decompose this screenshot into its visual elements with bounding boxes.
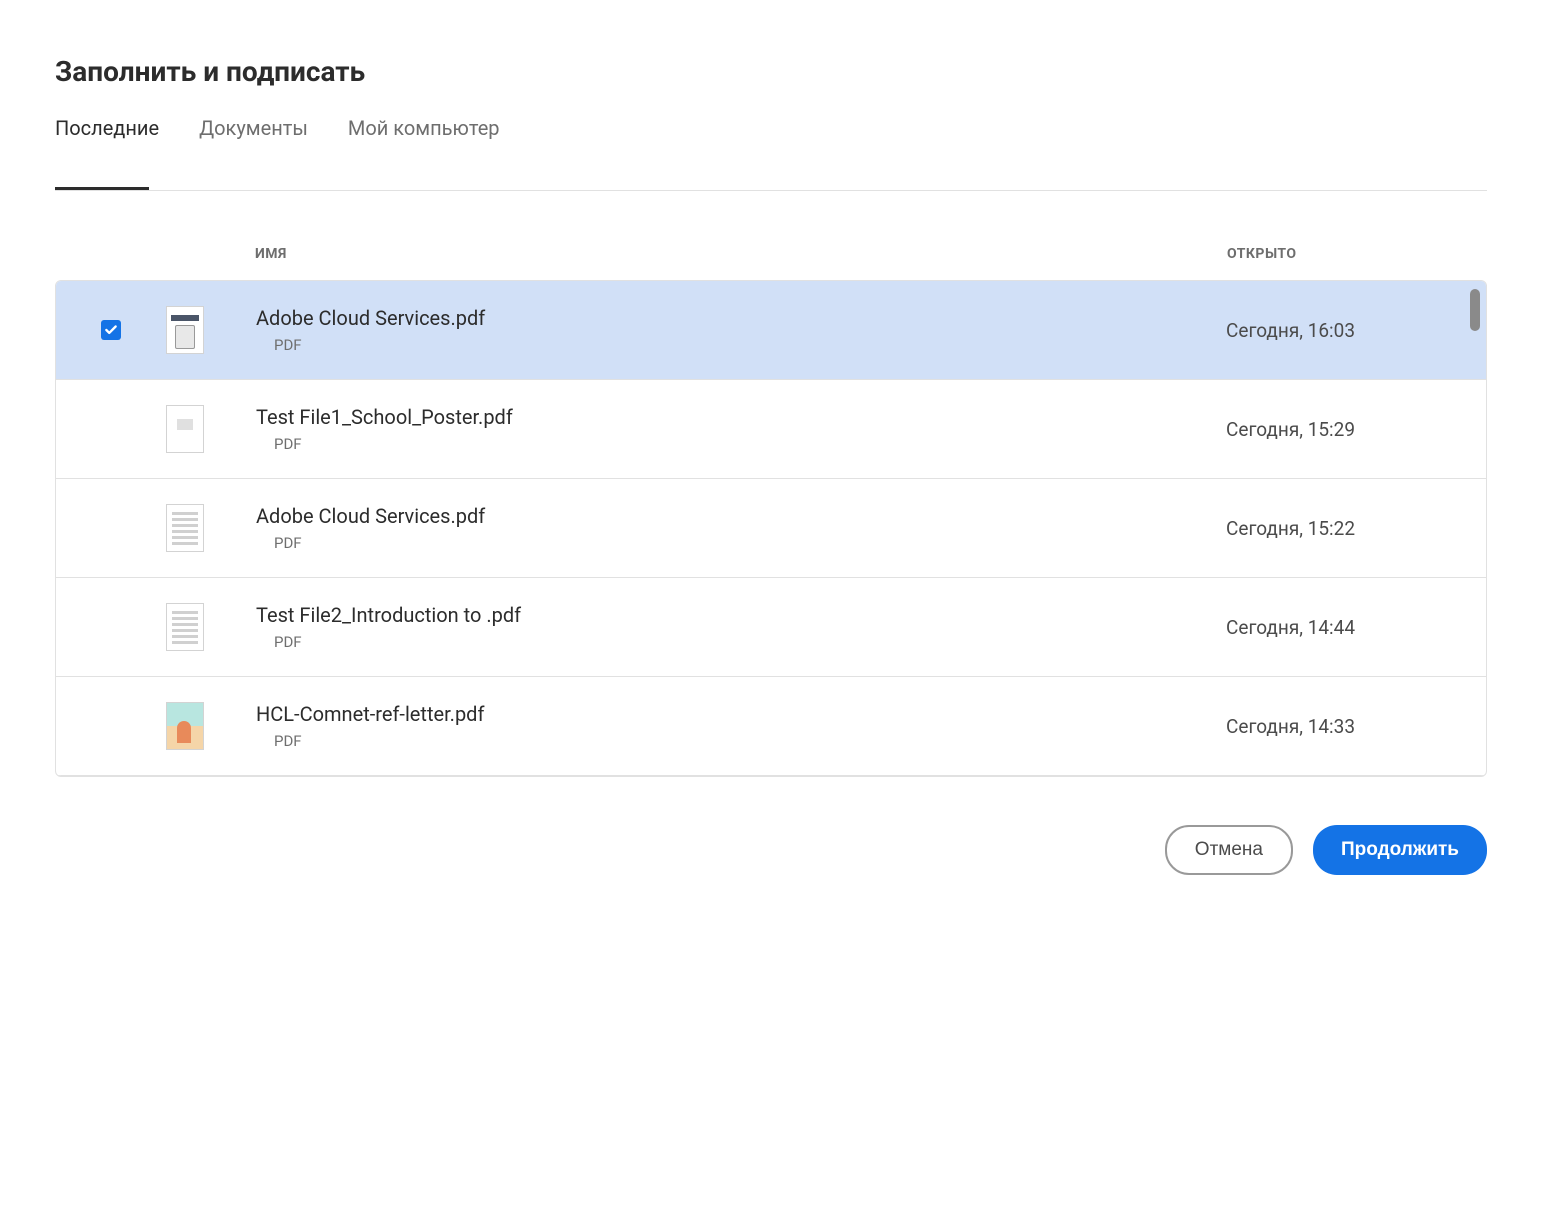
check-icon <box>104 323 118 337</box>
column-thumb-spacer <box>165 246 255 262</box>
file-browser: ИМЯ ОТКРЫТО Adobe Cloud Services.pdf PDF… <box>55 246 1487 777</box>
tab-my-computer[interactable]: Мой компьютер <box>348 116 500 190</box>
list-header: ИМЯ ОТКРЫТО <box>55 246 1487 280</box>
file-type: PDF <box>256 435 1226 453</box>
tab-documents[interactable]: Документы <box>199 116 308 190</box>
dialog-footer: Отмена Продолжить <box>55 825 1487 875</box>
scrollbar-thumb[interactable] <box>1470 289 1480 331</box>
continue-button[interactable]: Продолжить <box>1313 825 1487 875</box>
file-row[interactable]: Adobe Cloud Services.pdf PDF Сегодня, 15… <box>56 479 1486 578</box>
file-opened: Сегодня, 15:22 <box>1226 517 1486 540</box>
file-checkbox[interactable] <box>101 518 121 538</box>
file-checkbox[interactable] <box>101 419 121 439</box>
tab-recent[interactable]: Последние <box>55 116 159 190</box>
column-header-opened[interactable]: ОТКРЫТО <box>1227 246 1487 262</box>
file-type: PDF <box>256 534 1226 552</box>
column-checkbox-spacer <box>55 246 165 262</box>
file-row[interactable]: Test File2_Introduction to .pdf PDF Сего… <box>56 578 1486 677</box>
file-thumbnail-icon <box>166 504 204 552</box>
dialog-title: Заполнить и подписать <box>55 55 1487 88</box>
tab-divider <box>55 190 1487 191</box>
file-thumbnail-icon <box>166 306 204 354</box>
file-checkbox[interactable] <box>101 617 121 637</box>
file-row[interactable]: Test File1_School_Poster.pdf PDF Сегодня… <box>56 380 1486 479</box>
file-name: Adobe Cloud Services.pdf <box>256 504 1226 528</box>
file-name: Adobe Cloud Services.pdf <box>256 306 1226 330</box>
file-name: HCL-Comnet-ref-letter.pdf <box>256 702 1226 726</box>
file-name: Test File1_School_Poster.pdf <box>256 405 1226 429</box>
file-type: PDF <box>256 336 1226 354</box>
file-opened: Сегодня, 14:33 <box>1226 715 1486 738</box>
file-list: Adobe Cloud Services.pdf PDF Сегодня, 16… <box>55 280 1487 777</box>
file-type: PDF <box>256 633 1226 651</box>
tab-indicator <box>55 187 149 190</box>
file-type: PDF <box>256 732 1226 750</box>
file-opened: Сегодня, 15:29 <box>1226 418 1486 441</box>
file-opened: Сегодня, 14:44 <box>1226 616 1486 639</box>
file-opened: Сегодня, 16:03 <box>1226 319 1486 342</box>
file-thumbnail-icon <box>166 702 204 750</box>
file-row[interactable]: HCL-Comnet-ref-letter.pdf PDF Сегодня, 1… <box>56 677 1486 776</box>
file-row[interactable]: Adobe Cloud Services.pdf PDF Сегодня, 16… <box>56 281 1486 380</box>
file-thumbnail-icon <box>166 405 204 453</box>
source-tabs: Последние Документы Мой компьютер <box>55 116 1487 190</box>
cancel-button[interactable]: Отмена <box>1165 825 1293 875</box>
file-thumbnail-icon <box>166 603 204 651</box>
file-checkbox[interactable] <box>101 320 121 340</box>
column-header-name[interactable]: ИМЯ <box>255 246 1227 262</box>
file-checkbox[interactable] <box>101 716 121 736</box>
file-name: Test File2_Introduction to .pdf <box>256 603 1226 627</box>
